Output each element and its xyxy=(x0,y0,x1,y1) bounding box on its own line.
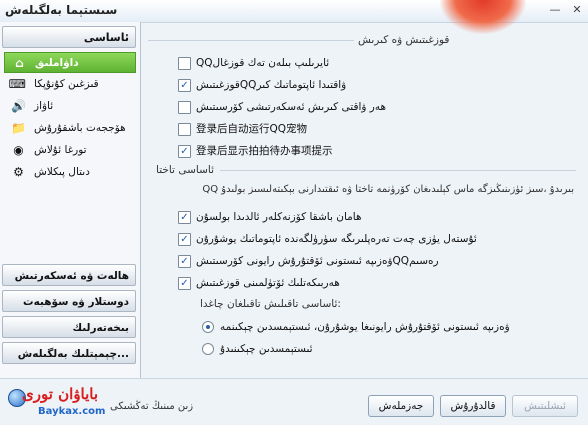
minimize-button[interactable]: — xyxy=(546,2,564,18)
checkbox[interactable]: ✓ xyxy=(178,233,191,246)
footer: باياۋان تورى Baykax.com زىن مىنىڭ تەڭشىك… xyxy=(0,378,588,425)
sidebar-item-label: قىزغىن كۇنۇپكا xyxy=(34,78,99,90)
sidebar-item-label: تورغا ئۇلاش xyxy=(34,144,87,156)
mushroom-decoration xyxy=(440,0,526,34)
option-login-reminder[interactable]: ھەر ۋاقتى كىرىش ئەسكەرتىشى كۆرسىتىش xyxy=(178,98,478,116)
panel-group-note: QQ بىرىدۇ ،سىز ئۈزىنىڭىزگە ماس كېلىدىغان… xyxy=(202,184,574,195)
title-bar: سىستېما بەلگىلەش — ✕ xyxy=(0,0,588,34)
option-auto-hide-edge[interactable]: ✓ ئۇستەل يۈزى چەت تەرەپلىرىگە سۈرۈلگەندە… xyxy=(178,230,478,248)
sidebar-item-label: دىتال پىكلاش xyxy=(34,166,90,178)
window-title: سىستېما بەلگىلەش xyxy=(5,3,118,17)
option-hide-to-tray[interactable]: ۋەزىپە ئىستونى ئۆقتۇرۇش رايونىغا يوشۇرۇن… xyxy=(202,318,562,336)
option-label: ئىستېمسدىن چېكىنىدۇ xyxy=(220,343,313,355)
folder-icon: 📁 xyxy=(11,121,26,135)
option-exit-program[interactable]: ئىستېمسدىن چېكىنىدۇ xyxy=(202,340,562,358)
checkbox[interactable] xyxy=(178,123,191,136)
radio-button[interactable] xyxy=(202,321,214,333)
option-label: ھامان باشقا كۆزنەكلەر ئالدىدا بولسۇن xyxy=(196,211,362,223)
panel-group-title: ئاساسى تاختا xyxy=(156,164,214,176)
home-icon: ⌂ xyxy=(15,56,24,70)
sidebar-item-sound[interactable]: 🔊 ئاۋاز xyxy=(4,96,136,117)
option-label: ھەر ۋاقتى كىرىش ئەسكەرتىشى كۆرسىتىش xyxy=(196,101,387,113)
checkbox[interactable]: ✓ xyxy=(178,79,191,92)
sidebar-section-status[interactable]: ھالەت ۋە ئەسكەرتىش xyxy=(2,264,136,286)
close-button[interactable]: ✕ xyxy=(568,2,586,18)
sidebar-item-label: داۋاملىق xyxy=(35,57,79,69)
radio-button[interactable] xyxy=(202,343,214,355)
sidebar: ئاساسى ⌂ داۋاملىق ⌨ قىزغىن كۇنۇپكا 🔊 ئاۋ… xyxy=(0,22,141,378)
speaker-icon: 🔊 xyxy=(11,99,26,113)
group-divider xyxy=(148,40,354,41)
option-tray-icon[interactable]: ✓ رەسىمQQۋەزىپە ئىستونى ئۆقتۇرۇش رايونى … xyxy=(178,252,478,270)
checkbox[interactable] xyxy=(178,57,191,70)
settings-content: قوزغىتىش ۋە كىرىش QQئايرىلىپ بىلەن تەك ق… xyxy=(148,32,580,378)
watermark: باياۋان تورى Baykax.com xyxy=(8,385,106,423)
sidebar-item-label: ھۆججەت باشقۇرۇش xyxy=(34,122,126,134)
footer-text: زىن مىنىڭ تەڭشىكى xyxy=(110,401,194,412)
watermark-url: Baykax.com xyxy=(38,406,106,417)
ok-button[interactable]: جەزملەش xyxy=(368,395,434,417)
sidebar-item-label: ئاۋاز xyxy=(34,100,54,112)
sidebar-section-security[interactable]: بىخەتەرلىك xyxy=(2,316,136,338)
startup-group-title: قوزغىتىش ۋە كىرىش xyxy=(358,34,450,46)
checkbox[interactable]: ✓ xyxy=(178,145,191,158)
option-label: ئۇستەل يۈزى چەت تەرەپلىرىگە سۈرۈلگەندە ئ… xyxy=(196,233,477,245)
keyboard-icon: ⌨ xyxy=(8,77,26,91)
option-run-qq-pet[interactable]: 登录后自动运行QQ宠物 xyxy=(178,120,478,138)
option-label: رەسىمQQۋەزىپە ئىستونى ئۆقتۇرۇش رايونى كۆ… xyxy=(196,255,439,267)
close-behavior-title: :ئاساسى تاقىلىش تاقىلغان چاغدا xyxy=(200,298,341,310)
sidebar-item-advanced[interactable]: ⚙ دىتال پىكلاش xyxy=(4,162,136,183)
option-always-on-top[interactable]: ✓ ھامان باشقا كۆزنەكلەر ئالدىدا بولسۇن xyxy=(178,208,478,226)
option-show-paipai[interactable]: ✓ 登录后显示拍拍待办事项提示 xyxy=(178,142,478,160)
option-run-separately[interactable]: QQئايرىلىپ بىلەن تەك قوزغال xyxy=(178,54,478,72)
option-label: QQئايرىلىپ بىلەن تەك قوزغال xyxy=(196,57,330,69)
option-label: ۋەزىپە ئىستونى ئۆقتۇرۇش رايونىغا يوشۇرۇن… xyxy=(220,321,510,333)
sidebar-item-general[interactable]: ⌂ داۋاملىق xyxy=(4,52,136,73)
checkbox[interactable]: ✓ xyxy=(178,255,191,268)
option-animation[interactable]: ✓ ھەربىكەتلىك ئۆتۈلمىنى قوزغىتىش xyxy=(178,274,478,292)
cancel-button[interactable]: قالدۇرۇش xyxy=(440,395,506,417)
checkbox[interactable]: ✓ xyxy=(178,211,191,224)
option-label: ۋاقتىدا ئاپتوماتىك كىرQQقوزغىتىش xyxy=(196,79,347,91)
sidebar-item-files[interactable]: 📁 ھۆججەت باشقۇرۇش xyxy=(4,118,136,139)
group-divider xyxy=(220,170,576,171)
sidebar-item-hotkey[interactable]: ⌨ قىزغىن كۇنۇپكا xyxy=(4,74,136,95)
checkbox[interactable] xyxy=(178,101,191,114)
settings-icon: ⚙ xyxy=(13,165,24,179)
apply-button[interactable]: ئىشلىتىش xyxy=(512,395,578,417)
checkbox[interactable]: ✓ xyxy=(178,277,191,290)
sidebar-item-network[interactable]: ◉ تورغا ئۇلاش xyxy=(4,140,136,161)
watermark-title: باياۋان تورى xyxy=(22,385,99,403)
option-label: ھەربىكەتلىك ئۆتۈلمىنى قوزغىتىش xyxy=(196,277,340,289)
network-icon: ◉ xyxy=(13,143,24,157)
sidebar-section-privacy[interactable]: ...چېمېتلىك بەلگىلەش xyxy=(2,342,136,364)
option-auto-login[interactable]: ✓ ۋاقتىدا ئاپتوماتىك كىرQQقوزغىتىش xyxy=(178,76,478,94)
option-label: 登录后显示拍拍待办事项提示 xyxy=(196,145,333,157)
sidebar-section-basic[interactable]: ئاساسى xyxy=(2,26,136,48)
sidebar-section-friends[interactable]: دوستلار ۋە سۆھبەت xyxy=(2,290,136,312)
option-label: 登录后自动运行QQ宠物 xyxy=(196,123,308,135)
